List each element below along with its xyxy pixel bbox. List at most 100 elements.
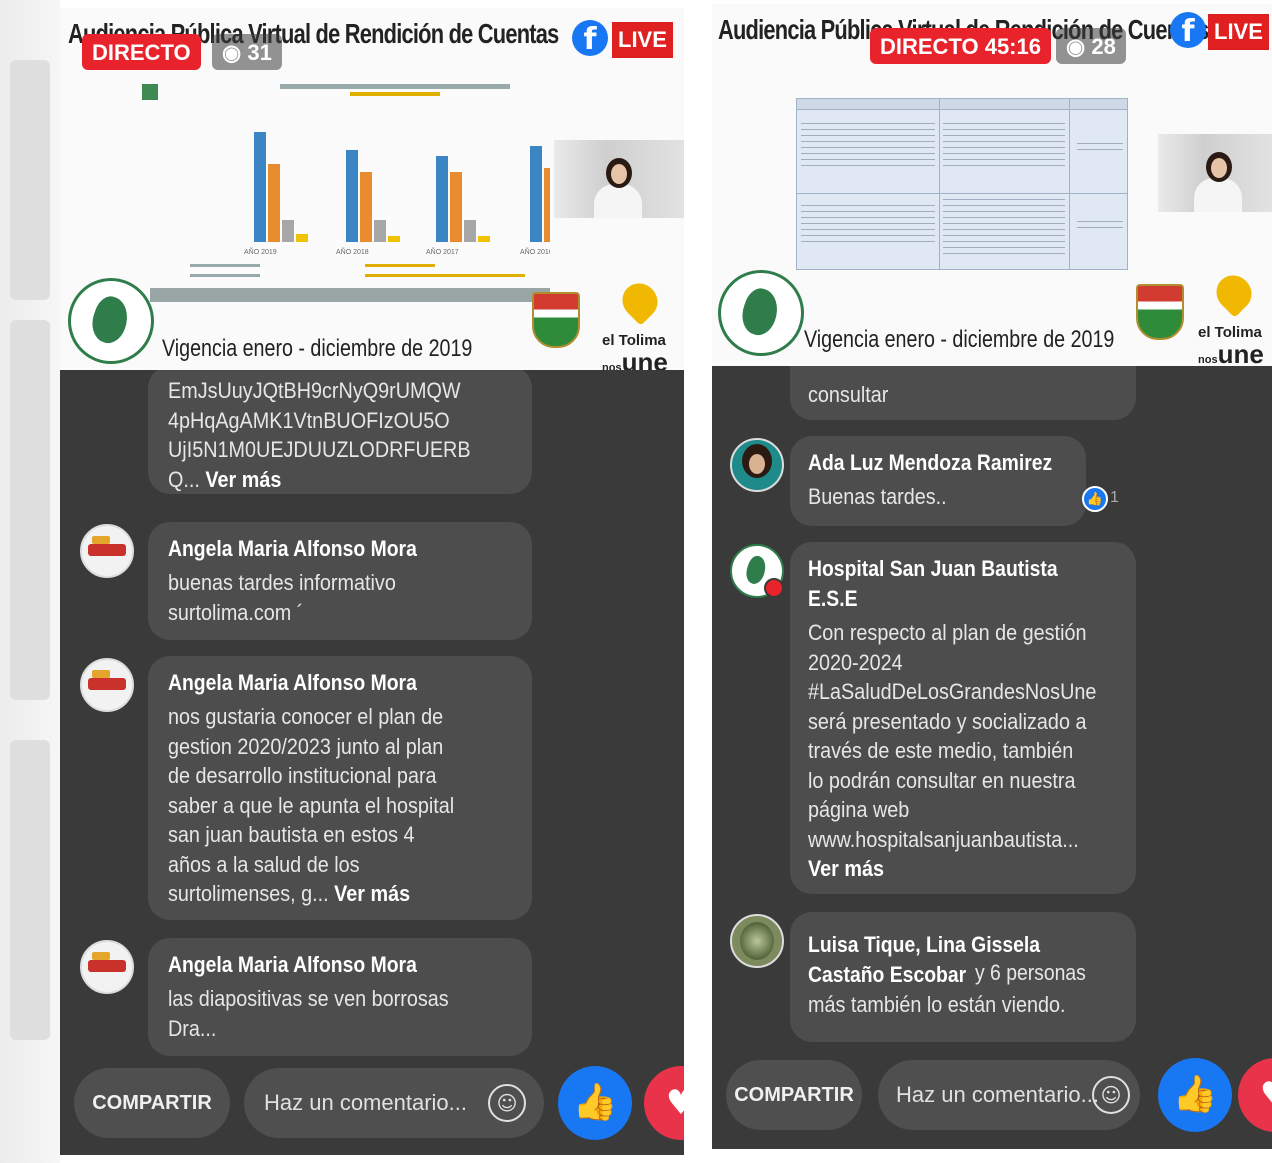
- avatar[interactable]: [730, 438, 784, 492]
- slide-project-table: [796, 98, 1128, 270]
- slide-subtitle-line: [350, 92, 440, 96]
- comment-bubble: Angela Maria Alfonso Mora las diapositiv…: [148, 938, 532, 1056]
- like-icon[interactable]: 👍: [558, 1066, 632, 1140]
- comment-text: nos gustaria conocer el plan de gestion …: [168, 704, 455, 906]
- directo-badge: DIRECTO: [82, 34, 201, 70]
- year-label: AÑO 2018: [336, 247, 369, 256]
- ver-mas-link[interactable]: Ver más: [808, 856, 884, 881]
- legend-entry: [365, 264, 435, 267]
- slide-bar: [464, 220, 476, 242]
- table-cell: [1077, 143, 1123, 151]
- tolima-logo-text: el Tolima nosune: [602, 332, 668, 370]
- comment-placeholder: Haz un comentario...: [264, 1090, 467, 1115]
- like-icon[interactable]: 👍: [1158, 1058, 1232, 1132]
- viewer-notice-bubble: Luisa Tique, Lina Gissela Castaño Escoba…: [790, 912, 1136, 1042]
- comment-bubble: Angela Maria Alfonso Mora buenas tardes …: [148, 522, 532, 640]
- viewer-count: ◉ 28: [1056, 28, 1126, 64]
- comment-text: buenas tardes informativo surtolima.com …: [168, 570, 396, 625]
- background-blur: [10, 60, 50, 300]
- commenter-name[interactable]: Ada Luz Mendoza Ramirez: [808, 448, 1054, 478]
- commenter-name[interactable]: Angela Maria Alfonso Mora: [168, 534, 485, 564]
- table-header: [797, 99, 1127, 110]
- comment-input[interactable]: Haz un comentario... ☺: [878, 1060, 1140, 1130]
- action-bar: COMPARTIR Haz un comentario... ☺ 👍 ♥: [60, 1066, 684, 1155]
- avatar[interactable]: [730, 914, 784, 968]
- ver-mas-link[interactable]: Ver más: [334, 881, 410, 906]
- action-bar: COMPARTIR Haz un comentario... ☺ 👍 ♥: [712, 1058, 1272, 1148]
- tolima-shield-logo: [1136, 284, 1184, 340]
- slide-bar-chart: AÑO 2019 AÑO 2018 AÑO 2017 AÑO 2016: [130, 78, 550, 328]
- slide-bar: [268, 164, 280, 242]
- comment-bubble: consultar: [790, 366, 1136, 420]
- share-button[interactable]: COMPARTIR: [74, 1068, 230, 1138]
- comment-text: EmJsUuyJQtBH9crNyQ9rUMQW 4pHqAgAMK1VtnBU…: [168, 378, 471, 492]
- legend-entry: [190, 274, 260, 277]
- table-cell: [801, 205, 935, 245]
- comment-placeholder: Haz un comentario...: [896, 1082, 1099, 1107]
- eye-icon: ◉: [1066, 34, 1086, 59]
- avatar[interactable]: [80, 524, 134, 578]
- like-reaction-icon[interactable]: 👍: [1082, 486, 1108, 512]
- comment-text: consultar: [808, 382, 889, 407]
- heart-icon[interactable]: ♥: [1238, 1058, 1272, 1132]
- slide-bar: [388, 236, 400, 242]
- tolima-shield-logo: [532, 292, 580, 348]
- directo-badge: DIRECTO 45:16: [870, 28, 1051, 64]
- webcam-presenter: [1158, 134, 1272, 212]
- commenter-name[interactable]: Angela Maria Alfonso Mora: [168, 950, 485, 980]
- slide-bar: [530, 146, 542, 242]
- eye-icon: ◉: [222, 40, 242, 65]
- live-badge: LIVE: [612, 22, 673, 58]
- slide-bar: [346, 150, 358, 242]
- avatar[interactable]: [80, 658, 134, 712]
- avatar[interactable]: [80, 940, 134, 994]
- comment-bubble: EmJsUuyJQtBH9crNyQ9rUMQW 4pHqAgAMK1VtnBU…: [148, 370, 532, 494]
- legend-entry: [190, 264, 260, 267]
- viewer-count: ◉ 31: [212, 34, 282, 70]
- smiley-icon[interactable]: ☺: [488, 1084, 526, 1122]
- comment-text: las diapositivas se ven borrosas Dra...: [168, 986, 449, 1041]
- vigencia-text: Vigencia enero - diciembre de 2019: [804, 326, 1115, 353]
- comment-input[interactable]: Haz un comentario... ☺: [244, 1068, 544, 1138]
- video-player[interactable]: Audiencia Pública Virtual de Rendición d…: [60, 8, 684, 370]
- viewer-count-value: 31: [247, 40, 272, 65]
- table-cell: [801, 123, 935, 171]
- year-label: AÑO 2019: [244, 247, 277, 256]
- commenter-name[interactable]: Hospital San Juan Bautista E.S.E: [808, 554, 1090, 614]
- slide-bar: [450, 172, 462, 242]
- slide-title-line: [280, 84, 510, 89]
- year-label: AÑO 2017: [426, 247, 459, 256]
- live-stream-right: Audiencia Pública Virtual de Rendición d…: [712, 4, 1272, 1149]
- live-badge: LIVE: [1208, 14, 1269, 50]
- viewer-notice-text: más también lo están viendo.: [808, 992, 1066, 1017]
- slide-bar: [282, 220, 294, 242]
- comment-bubble: Ada Luz Mendoza Ramirez Buenas tardes..: [790, 436, 1086, 526]
- commenter-name[interactable]: Angela Maria Alfonso Mora: [168, 668, 485, 698]
- slide-bar: [436, 156, 448, 242]
- table-cell: [1077, 221, 1123, 229]
- comment-bubble: Hospital San Juan Bautista E.S.E Con res…: [790, 542, 1136, 894]
- ver-mas-link[interactable]: Ver más: [205, 467, 281, 492]
- background-blur: [10, 320, 50, 700]
- slide-bar: [254, 132, 266, 242]
- slide-bar: [360, 172, 372, 242]
- tolima-heart-logo: [615, 276, 665, 326]
- comment-bubble: Angela Maria Alfonso Mora nos gustaria c…: [148, 656, 532, 920]
- viewer-extra-count: y 6 personas: [975, 960, 1086, 985]
- slide-bar: [296, 234, 308, 242]
- tolima-logo-text: el Tolima nosune: [1198, 324, 1264, 366]
- smiley-icon[interactable]: ☺: [1092, 1076, 1130, 1114]
- slide-banner: [150, 288, 550, 302]
- year-label: AÑO 2016: [520, 247, 550, 256]
- slide-bar: [374, 220, 386, 242]
- share-button[interactable]: COMPARTIR: [726, 1060, 862, 1130]
- vigencia-text: Vigencia enero - diciembre de 2019: [162, 335, 473, 362]
- table-cell: [943, 123, 1065, 171]
- heart-icon[interactable]: ♥: [644, 1066, 684, 1140]
- video-player[interactable]: Audiencia Pública Virtual de Rendición d…: [712, 4, 1272, 366]
- slide-logo: [142, 84, 158, 100]
- admin-badge-icon: [764, 578, 784, 598]
- comment-text: Con respecto al plan de gestión 2020-202…: [808, 620, 1097, 881]
- viewer-count-value: 28: [1091, 34, 1116, 59]
- facebook-icon: f: [572, 20, 608, 56]
